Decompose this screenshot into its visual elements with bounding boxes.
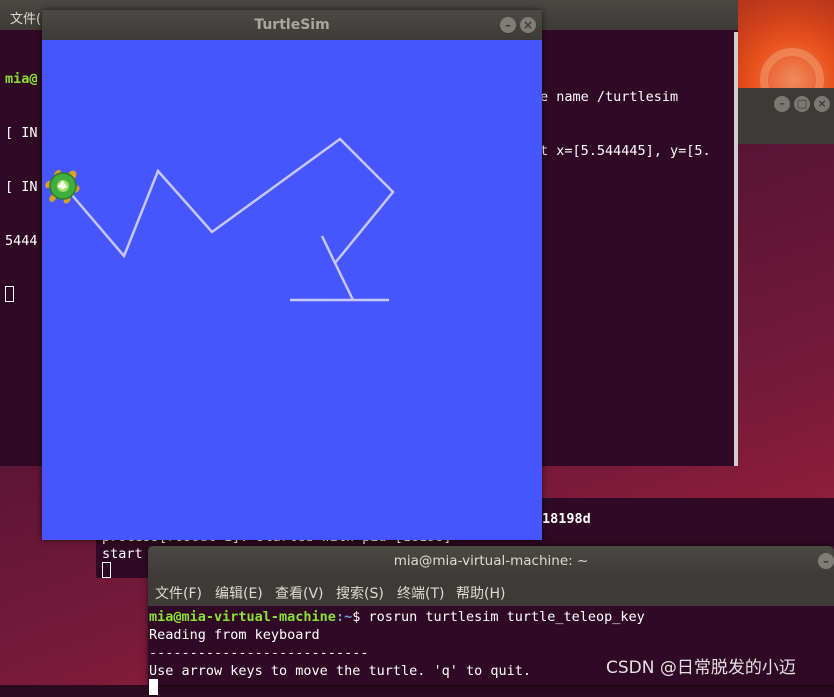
text-cursor <box>102 562 111 578</box>
menu-view[interactable]: 查看(V) <box>275 583 324 603</box>
minimize-icon[interactable]: – <box>774 96 790 112</box>
text-cursor <box>149 679 158 695</box>
log-line: start <box>102 546 143 562</box>
log-line: e name /turtlesim <box>540 89 679 105</box>
turtle-trail <box>333 262 355 301</box>
terminal-menubar: 文件(F) 编辑(E) 查看(V) 搜索(S) 终端(T) 帮助(H) <box>148 576 834 606</box>
close-icon[interactable]: × <box>520 17 536 33</box>
log-line: [ IN <box>5 179 38 195</box>
close-icon[interactable]: × <box>814 96 830 112</box>
minimize-icon[interactable]: – <box>818 553 834 569</box>
turtle-trail <box>71 137 395 266</box>
menu-file-label[interactable]: 文件( <box>10 8 41 27</box>
minimize-icon[interactable]: – <box>500 17 516 33</box>
turtlesim-window[interactable]: TurtleSim – × <box>42 10 542 540</box>
output-line: --------------------------- <box>149 645 369 661</box>
turtlesim-canvas <box>42 40 542 540</box>
log-line: t x=[5.544445], y=[5. <box>540 143 711 159</box>
cursor-line <box>149 679 158 697</box>
prompt-symbol: $ <box>352 609 369 625</box>
text-cursor <box>5 286 14 302</box>
turtle-trail-drawing <box>45 137 395 302</box>
background-terminal-right-output: e name /turtlesim t x=[5.544445], y=[5. <box>540 52 711 196</box>
menu-search[interactable]: 搜索(S) <box>336 583 384 603</box>
prompt-user: mia@ <box>5 71 38 87</box>
menu-help[interactable]: 帮助(H) <box>456 583 505 603</box>
window-title: TurtleSim <box>254 17 330 33</box>
pid-text: 18198d <box>542 511 591 527</box>
menu-edit[interactable]: 编辑(E) <box>215 583 263 603</box>
teleop-terminal-titlebar[interactable]: mia@mia-virtual-machine: ~ – <box>148 546 834 576</box>
prompt-path: :~ <box>335 609 353 625</box>
command-line[interactable]: mia@mia-virtual-machine:~$ rosrun turtle… <box>149 608 645 626</box>
right-window-titlebar[interactable]: – □ × <box>738 88 834 144</box>
window-title: mia@mia-virtual-machine: ~ <box>393 553 589 569</box>
prompt-user: mia@mia-virtual-machine <box>149 609 336 625</box>
output-line: Use arrow keys to move the turtle. 'q' t… <box>149 663 532 679</box>
wallpaper-accent <box>738 0 834 112</box>
maximize-icon[interactable]: □ <box>794 96 810 112</box>
log-line: [ IN <box>5 125 38 141</box>
turtlesim-titlebar[interactable]: TurtleSim – × <box>42 10 542 40</box>
background-terminal-output: mia@ [ IN [ IN 5444 <box>5 34 38 340</box>
menu-file[interactable]: 文件(F) <box>155 583 202 603</box>
command-text: rosrun turtlesim turtle_teleop_key <box>368 609 645 625</box>
watermark: CSDN @日常脱发的小迈 <box>606 658 796 678</box>
output-line: Reading from keyboard <box>149 627 320 643</box>
log-line: 5444 <box>5 233 38 249</box>
menu-terminal[interactable]: 终端(T) <box>397 583 444 603</box>
